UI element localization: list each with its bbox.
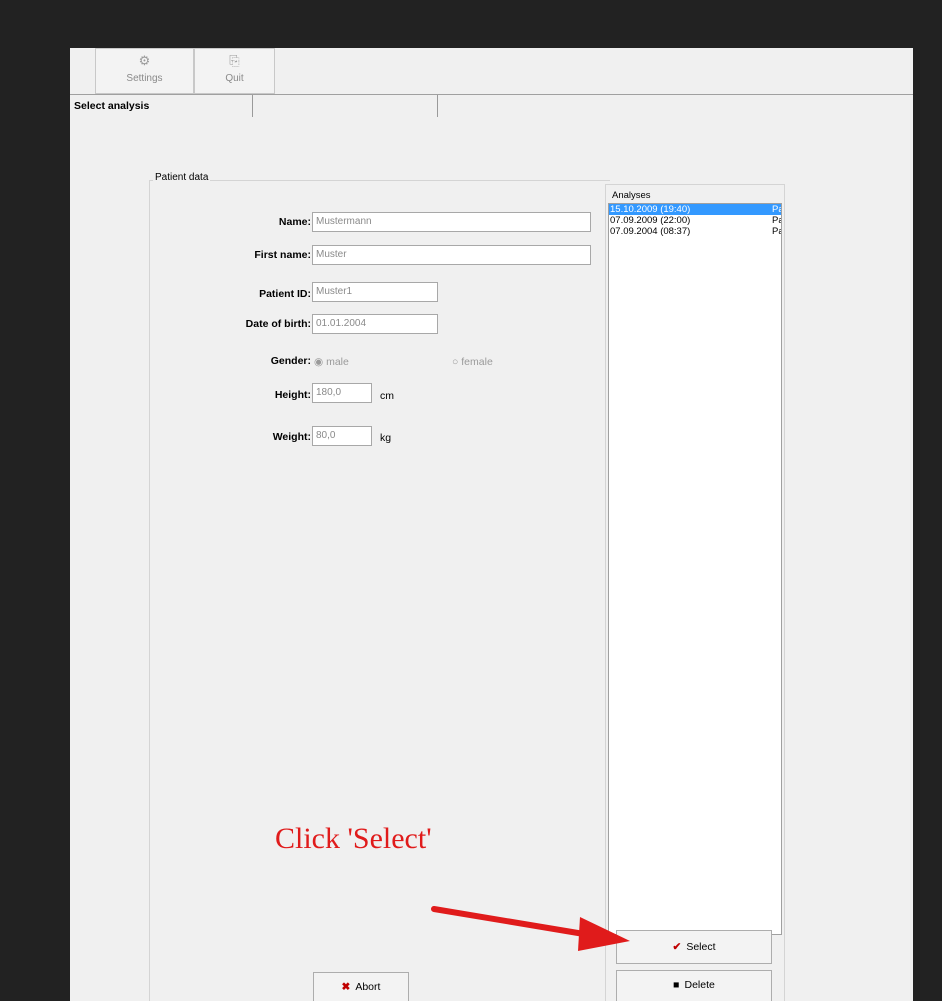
analysis-date: 15.10.2009	[610, 204, 658, 215]
first-name-label: First name:	[254, 249, 311, 261]
annotation-arrow-icon	[431, 906, 630, 951]
name-field[interactable]: Mustermann	[312, 212, 591, 232]
patient-id-field[interactable]: Muster1	[312, 282, 438, 302]
patient-data-group	[149, 180, 610, 1001]
weight-label: Weight:	[272, 431, 311, 443]
dob-label: Date of birth:	[245, 318, 311, 330]
gender-female-radio[interactable]: ○ female	[452, 356, 493, 368]
radio-empty-icon: ○	[452, 356, 459, 368]
height-field[interactable]: 180,0	[312, 383, 372, 403]
select-button[interactable]: ✔ Select	[616, 930, 772, 964]
delete-button-label: Delete	[684, 979, 715, 991]
toolbar: ⚙ Settings ⎘ Quit	[70, 48, 913, 95]
analysis-date: 07.09.2009	[610, 215, 658, 226]
quit-label: Quit	[225, 73, 244, 84]
application-window: ⚙ Settings ⎘ Quit Select analysis Patien…	[70, 48, 913, 1001]
analysis-item[interactable]: 07.09.2009 (22:00) Pa	[609, 215, 781, 226]
weight-unit: kg	[380, 432, 392, 444]
annotation-text: Click 'Select'	[275, 822, 432, 855]
gender-male-radio[interactable]: ◉ male	[314, 356, 349, 368]
select-button-label: Select	[686, 941, 716, 953]
analysis-time: (22:00)	[660, 215, 691, 226]
height-unit: cm	[380, 390, 394, 402]
gender-male-label: male	[326, 356, 349, 368]
gender-label: Gender:	[270, 355, 311, 367]
weight-field[interactable]: 80,0	[312, 426, 372, 446]
patient-id-label: Patient ID:	[259, 288, 311, 300]
analysis-item[interactable]: 15.10.2009 (19:40) Pa	[609, 204, 781, 215]
settings-button[interactable]: ⚙ Settings	[95, 48, 194, 94]
tab-select-analysis[interactable]: Select analysis	[74, 95, 250, 117]
analyses-title: Analyses	[610, 190, 653, 201]
cross-icon: ✖	[341, 981, 351, 993]
dob-field[interactable]: 01.01.2004	[312, 314, 438, 334]
abort-button-label: Abort	[355, 981, 381, 993]
analysis-time: (19:40)	[660, 204, 691, 215]
name-label: Name:	[278, 216, 311, 228]
quit-icon: ⎘	[229, 53, 240, 68]
height-label: Height:	[274, 389, 311, 401]
analysis-date: 07.09.2004	[610, 226, 658, 237]
delete-button[interactable]: ■ Delete	[616, 970, 772, 1001]
abort-button[interactable]: ✖ Abort	[313, 972, 409, 1001]
tab-divider	[437, 95, 438, 117]
quit-button[interactable]: ⎘ Quit	[194, 48, 275, 94]
analysis-kind: Pa	[772, 204, 781, 215]
checkmark-icon: ✔	[672, 941, 682, 953]
gender-female-label: female	[461, 356, 493, 368]
analysis-kind: Pa	[772, 226, 781, 237]
trash-icon: ■	[673, 979, 680, 991]
patient-data-title: Patient data	[153, 172, 211, 183]
analysis-kind: Pa	[772, 215, 781, 226]
analysis-time: (08:37)	[660, 226, 691, 237]
analyses-list[interactable]: 15.10.2009 (19:40) Pa 07.09.2009 (22:00) P…	[608, 203, 782, 935]
tab-second[interactable]	[253, 95, 437, 117]
tab-strip: Select analysis	[70, 95, 913, 117]
analysis-item[interactable]: 07.09.2004 (08:37) Pa	[609, 226, 781, 237]
settings-icon: ⚙	[138, 53, 151, 68]
settings-label: Settings	[126, 73, 163, 84]
radio-selected-icon: ◉	[314, 356, 324, 368]
first-name-field[interactable]: Muster	[312, 245, 591, 265]
